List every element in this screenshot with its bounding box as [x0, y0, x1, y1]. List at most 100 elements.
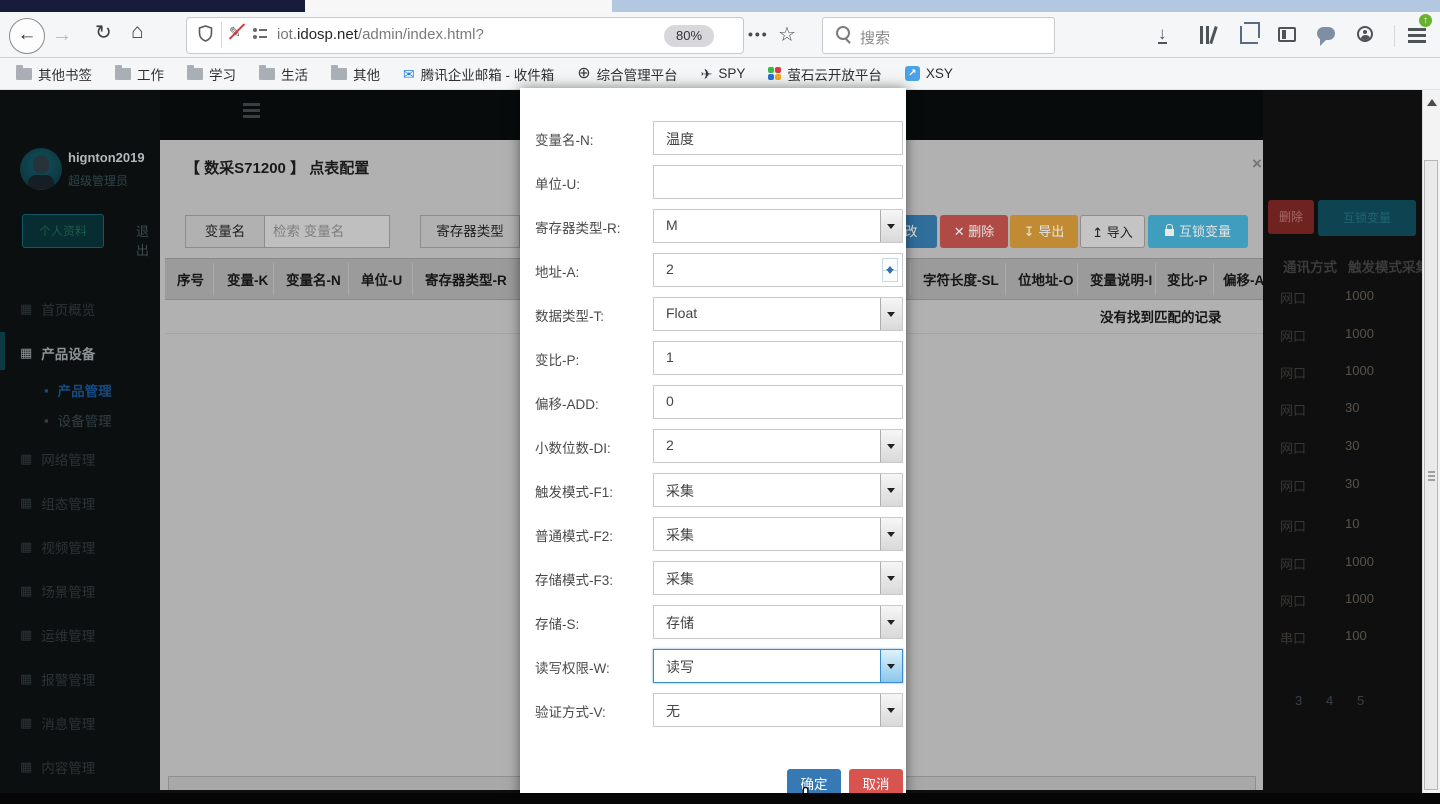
pagination-page[interactable]: 5	[1357, 693, 1364, 708]
sidebar-collapse-icon[interactable]	[243, 103, 260, 106]
chevron-down-icon[interactable]	[880, 606, 902, 638]
reload-button[interactable]: ↻	[95, 23, 112, 43]
bookmark-item[interactable]: 工作	[115, 64, 164, 84]
page-actions-icon[interactable]: •••	[748, 26, 769, 42]
field-select-2[interactable]: M	[653, 209, 903, 243]
chevron-down-icon[interactable]	[880, 562, 902, 594]
column-header[interactable]: 位地址-O	[1018, 269, 1074, 289]
filter-variable-input[interactable]: 检索 变量名	[264, 215, 390, 248]
blocked-plugin-icon[interactable]: ✎	[228, 23, 246, 41]
field-select-13[interactable]: 无	[653, 693, 903, 727]
sidebar-item-11[interactable]: ▦内容管理	[0, 755, 160, 779]
scroll-up-arrow[interactable]	[1427, 94, 1437, 106]
column-header[interactable]: 序号	[177, 269, 204, 289]
browser-tab-inactive[interactable]	[0, 0, 305, 12]
sidebar-item-0[interactable]: ▦首页概览	[0, 297, 160, 321]
profile-button[interactable]: 个人资料	[22, 214, 104, 248]
column-header[interactable]: 变量名-N	[286, 269, 341, 289]
scrollbar-thumb[interactable]	[1424, 160, 1438, 790]
bookmark-item[interactable]: 其他	[331, 64, 380, 84]
library-icon[interactable]	[1198, 26, 1220, 44]
vertical-scrollbar[interactable]	[1422, 90, 1440, 804]
chevron-down-icon[interactable]	[880, 518, 902, 550]
cell-conn-type: 网口	[1280, 476, 1306, 495]
bookmark-item[interactable]: ↗XSY	[905, 66, 953, 81]
field-select-12[interactable]: 读写	[653, 649, 903, 683]
chevron-down-icon[interactable]	[880, 210, 902, 242]
screenshot-icon[interactable]	[1240, 26, 1258, 44]
column-header[interactable]: 变比-P	[1167, 269, 1208, 289]
sidebar-item-2[interactable]: ▪产品管理	[0, 378, 160, 402]
chevron-down-icon[interactable]	[880, 694, 902, 726]
downloads-icon[interactable]: ↓	[1158, 26, 1167, 44]
field-select-10[interactable]: 采集	[653, 561, 903, 595]
field-input-5[interactable]: 1	[653, 341, 903, 375]
field-select-8[interactable]: 采集	[653, 473, 903, 507]
bookmark-item[interactable]: 学习	[187, 64, 236, 84]
sidebar-item-3[interactable]: ▪设备管理	[0, 408, 160, 432]
sidebar-item-10[interactable]: ▦消息管理	[0, 711, 160, 735]
forward-button[interactable]: →	[52, 24, 72, 47]
form-row: 验证方式-V:无	[520, 693, 906, 727]
bookmark-star-icon[interactable]: ☆	[778, 22, 796, 47]
sidebar-item-5[interactable]: ▦组态管理	[0, 491, 160, 515]
column-header[interactable]: 变量-K	[227, 269, 268, 289]
close-icon[interactable]: ×	[1252, 154, 1262, 174]
sidebar-toggle-icon[interactable]	[1278, 27, 1296, 42]
shield-icon[interactable]	[198, 25, 213, 42]
bookmark-item[interactable]: ✈SPY	[701, 66, 746, 81]
background-lock-button[interactable]: 互锁变量	[1318, 200, 1416, 236]
number-stepper[interactable]	[882, 258, 898, 282]
field-input-6[interactable]: 0	[653, 385, 903, 419]
bookmark-item[interactable]: ✉腾讯企业邮箱 - 收件箱	[403, 64, 554, 84]
url-text[interactable]: iot.idosp.net/admin/index.html?	[277, 26, 484, 43]
avatar[interactable]	[20, 148, 62, 190]
background-delete-button[interactable]: 删除	[1268, 200, 1314, 234]
column-header[interactable]: 寄存器类型-R	[425, 269, 507, 289]
column-header: 通讯方式	[1283, 256, 1337, 276]
browser-tab-active[interactable]	[305, 0, 612, 12]
column-header[interactable]: 单位-U	[361, 269, 402, 289]
bookmark-item[interactable]: 其他书签	[16, 64, 92, 84]
field-select-11[interactable]: 存储	[653, 605, 903, 639]
page-zoom-badge[interactable]: 80%	[664, 25, 714, 47]
hamburger-menu-icon[interactable]	[1408, 28, 1426, 31]
home-button[interactable]: ⌂	[131, 22, 144, 42]
column-header[interactable]: 偏移-ADD	[1223, 269, 1263, 289]
dialog-danger-button[interactable]: ✕ 删除	[940, 215, 1008, 248]
chevron-down-icon[interactable]	[880, 430, 902, 462]
field-select-7[interactable]: 2	[653, 429, 903, 463]
logout-button[interactable]: 退出	[136, 221, 160, 259]
chevron-down-icon[interactable]	[880, 298, 902, 330]
sidebar-item-9[interactable]: ▦报警管理	[0, 667, 160, 691]
bookmark-item[interactable]: 生活	[259, 64, 308, 84]
account-icon[interactable]	[1357, 26, 1373, 42]
field-label: 偏移-ADD:	[535, 393, 599, 413]
dialog-warning-button[interactable]: ↧ 导出	[1010, 215, 1078, 248]
back-button[interactable]: ←	[9, 18, 45, 54]
field-input-0[interactable]: 温度	[653, 121, 903, 155]
permissions-icon[interactable]	[253, 28, 267, 40]
field-input-1[interactable]	[653, 165, 903, 199]
bookmark-item[interactable]: ⊕综合管理平台	[577, 64, 677, 84]
field-select-4[interactable]: Float	[653, 297, 903, 331]
pagination-page[interactable]: 3	[1295, 693, 1302, 708]
sidebar-item-6[interactable]: ▦视频管理	[0, 535, 160, 559]
field-select-9[interactable]: 采集	[653, 517, 903, 551]
dialog-info-button[interactable]: 互锁变量	[1148, 215, 1248, 248]
messages-icon[interactable]	[1317, 27, 1335, 40]
column-header[interactable]: 变量说明-I	[1090, 269, 1152, 289]
sidebar-item-4[interactable]: ▦网络管理	[0, 447, 160, 471]
bookmark-item[interactable]: 萤石云开放平台	[768, 64, 882, 84]
sidebar-item-8[interactable]: ▦运维管理	[0, 623, 160, 647]
form-row: 地址-A:2	[520, 253, 906, 287]
sidebar-item-1[interactable]: ▦产品设备	[0, 341, 160, 365]
chevron-down-icon[interactable]	[880, 474, 902, 506]
sidebar-item-7[interactable]: ▦场景管理	[0, 579, 160, 603]
column-header[interactable]: 字符长度-SL	[923, 269, 999, 289]
dialog-default-button[interactable]: ↥ 导入	[1080, 215, 1145, 248]
pagination-page[interactable]: 4	[1326, 693, 1333, 708]
chevron-down-icon[interactable]	[880, 650, 902, 682]
search-input[interactable]	[822, 17, 1055, 54]
field-input-3[interactable]: 2	[653, 253, 903, 287]
